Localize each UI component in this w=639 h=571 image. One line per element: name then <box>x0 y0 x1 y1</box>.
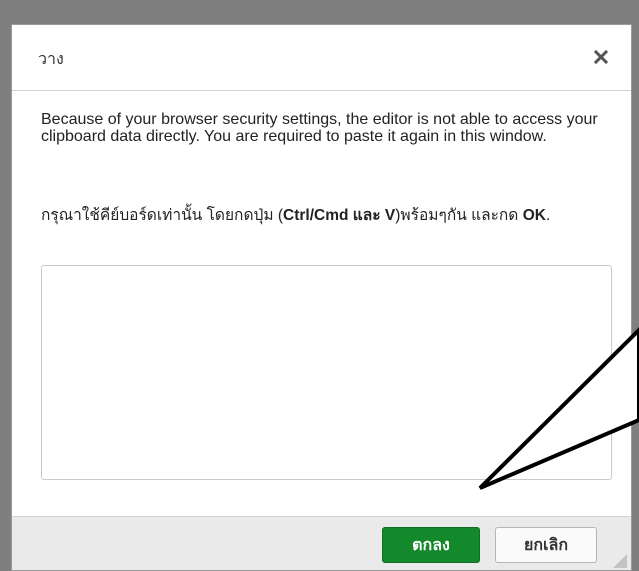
paste-instruction: กรุณาใช้คีย์บอร์ดเท่านั้น โดยกดปุ่ม (Ctr… <box>41 206 601 225</box>
dialog-footer: ตกลง ยกเลิก <box>12 516 631 570</box>
instruction-part3: . <box>545 207 551 224</box>
instruction-keys: Ctrl/Cmd และ V <box>283 207 396 224</box>
ok-button[interactable]: ตกลง <box>382 527 480 563</box>
instruction-ok-word: OK <box>522 207 546 224</box>
instruction-part2: )พร้อมๆกัน และกด <box>395 207 523 224</box>
instruction-part1: กรุณาใช้คีย์บอร์ดเท่านั้น โดยกดปุ่ม ( <box>41 207 284 224</box>
cancel-button[interactable]: ยกเลิก <box>495 527 597 563</box>
paste-textarea[interactable] <box>41 265 612 480</box>
dialog-body: Because of your browser security setting… <box>12 91 631 516</box>
paste-dialog: วาง Because of your browser security set… <box>11 24 632 571</box>
close-icon <box>593 49 609 65</box>
security-info-text: Because of your browser security setting… <box>41 111 598 145</box>
close-button[interactable] <box>585 41 617 73</box>
dialog-header: วาง <box>12 25 631 91</box>
dialog-title: วาง <box>38 51 64 68</box>
resize-handle-icon[interactable] <box>613 554 627 568</box>
